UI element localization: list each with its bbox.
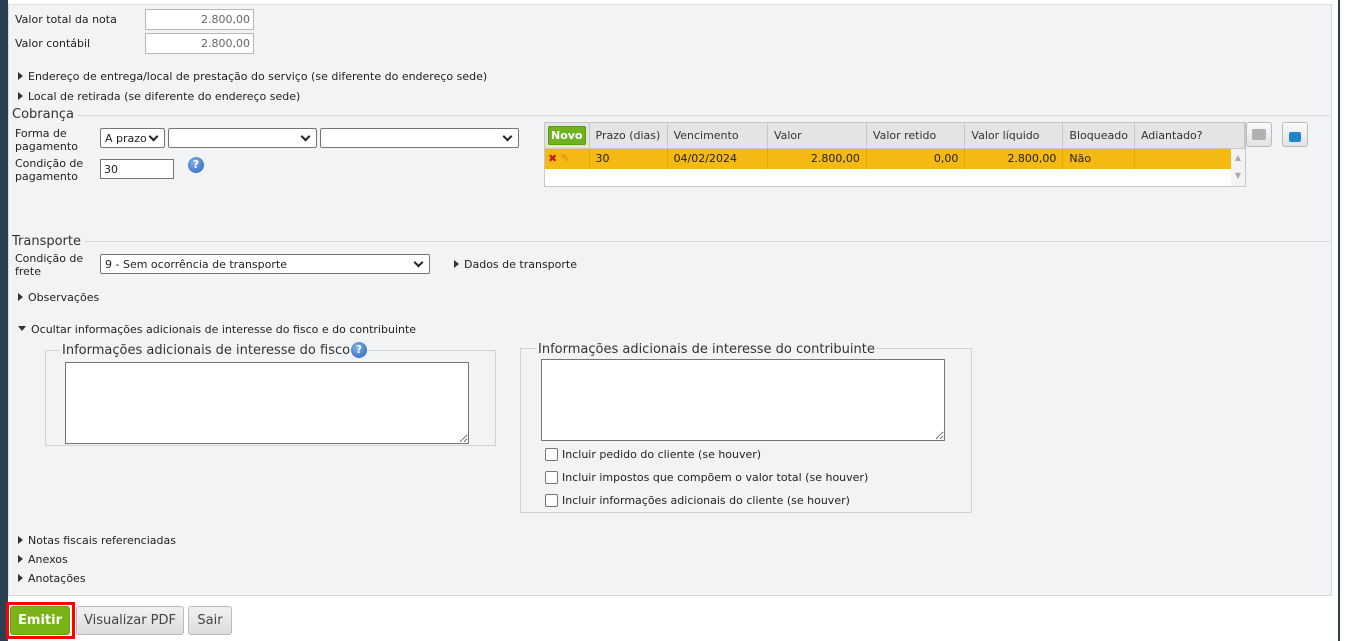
col-header[interactable]: Valor — [767, 123, 867, 149]
col-header[interactable]: Valor retido — [866, 123, 966, 149]
label-line: Forma de — [15, 127, 67, 140]
cell-retido: 0,00 — [866, 148, 966, 169]
cell-prazo: 30 — [589, 148, 668, 169]
parcelas-grid: Novo Prazo (dias) Vencimento Valor Valor… — [544, 122, 1246, 187]
left-sidebar-edge — [0, 0, 8, 641]
grid-header: Novo Prazo (dias) Vencimento Valor Valor… — [545, 123, 1246, 149]
transporte-divider — [12, 241, 1330, 242]
visualizar-pdf-button[interactable]: Visualizar PDF — [76, 606, 184, 635]
col-header[interactable]: Valor líquido — [964, 123, 1064, 149]
col-header[interactable]: Prazo (dias) — [589, 123, 668, 149]
condicao-frete-select[interactable]: 9 - Sem ocorrência de transporte — [100, 254, 430, 274]
cobranca-divider — [12, 115, 1330, 116]
checkbox[interactable] — [545, 494, 558, 507]
cell-adiantado — [1134, 148, 1246, 169]
ocultar-info-toggle[interactable]: Ocultar informações adicionais de intere… — [18, 323, 416, 336]
checkbox-impostos[interactable]: Incluir impostos que compõem o valor tot… — [545, 471, 868, 484]
col-header[interactable]: Adiantado? — [1134, 123, 1246, 149]
observacoes-toggle[interactable]: Observações — [18, 291, 99, 304]
sair-button[interactable]: Sair — [188, 606, 232, 635]
label-line: Condição de — [15, 252, 84, 265]
table-row[interactable]: ✖ ✎ 30 04/02/2024 2.800,00 0,00 2.800,00… — [545, 148, 1246, 169]
fisco-textarea[interactable] — [65, 362, 469, 444]
cell-bloqueado: Não — [1062, 148, 1135, 169]
condicao-pagamento-label: Condição de pagamento — [15, 157, 83, 183]
col-header[interactable]: Bloqueado — [1062, 123, 1135, 149]
label-line: frete — [15, 265, 42, 278]
grid-scrollbar[interactable]: ▲ ▼ — [1231, 149, 1245, 186]
scrollbar[interactable] — [1338, 0, 1346, 641]
cell-liquido: 2.800,00 — [964, 148, 1064, 169]
forma-pagamento-select-3[interactable] — [320, 128, 519, 148]
edit-pencil-icon[interactable]: ✎ — [561, 152, 570, 165]
dados-transporte-toggle[interactable]: Dados de transporte — [454, 258, 577, 271]
novo-button[interactable]: Novo — [548, 125, 586, 145]
anotacoes-toggle[interactable]: Anotações — [18, 572, 86, 585]
condicao-pagamento-input[interactable]: 30 — [100, 159, 174, 179]
select-value: 9 - Sem ocorrência de transporte — [105, 257, 287, 271]
delete-icon[interactable]: ✖ — [548, 152, 557, 165]
contribuinte-title: Informações adicionais de interesse do c… — [536, 342, 877, 357]
condicao-frete-label: Condição de frete — [15, 252, 83, 278]
checkbox[interactable] — [545, 471, 558, 484]
valor-total-field: 2.800,00 — [145, 9, 254, 30]
emitir-button[interactable]: Emitir — [10, 606, 70, 635]
forma-pagamento-select[interactable]: A prazo — [100, 128, 165, 148]
checkbox-info-cliente[interactable]: Incluir informações adicionais do client… — [545, 494, 850, 507]
help-icon[interactable]: ? — [188, 157, 204, 173]
select-value: A prazo — [105, 131, 147, 145]
col-header[interactable]: Vencimento — [667, 123, 768, 149]
label-line: pagamento — [15, 170, 78, 183]
forma-pagamento-label: Forma de pagamento — [15, 127, 78, 153]
help-icon[interactable]: ? — [351, 342, 367, 358]
unlock-icon[interactable] — [1282, 122, 1308, 147]
checkbox-label: Incluir informações adicionais do client… — [562, 494, 850, 507]
contribuinte-textarea[interactable] — [541, 359, 945, 441]
cell-valor: 2.800,00 — [767, 148, 867, 169]
valor-total-label: Valor total da nota — [15, 13, 117, 26]
label-line: Condição de — [15, 157, 84, 170]
transporte-title: Transporte — [12, 234, 84, 249]
valor-contabil-label: Valor contábil — [15, 37, 91, 50]
checkbox-label: Incluir pedido do cliente (se houver) — [562, 448, 762, 461]
fisco-title: Informações adicionais de interesse do f… — [60, 343, 353, 358]
anexos-toggle[interactable]: Anexos — [18, 553, 68, 566]
notas-referenciadas-toggle[interactable]: Notas fiscais referenciadas — [18, 534, 176, 547]
local-retirada-toggle[interactable]: Local de retirada (se diferente do ender… — [18, 90, 300, 103]
print-icon[interactable] — [1246, 122, 1272, 147]
valor-contabil-field: 2.800,00 — [145, 33, 254, 54]
label-line: pagamento — [15, 140, 78, 153]
checkbox[interactable] — [545, 448, 558, 461]
cell-vencimento: 04/02/2024 — [667, 148, 768, 169]
checkbox-label: Incluir impostos que compõem o valor tot… — [562, 471, 869, 484]
cobranca-title: Cobrança — [12, 107, 77, 122]
forma-pagamento-select-2[interactable] — [168, 128, 317, 148]
checkbox-pedido[interactable]: Incluir pedido do cliente (se houver) — [545, 448, 761, 461]
endereco-entrega-toggle[interactable]: Endereço de entrega/local de prestação d… — [18, 70, 487, 83]
